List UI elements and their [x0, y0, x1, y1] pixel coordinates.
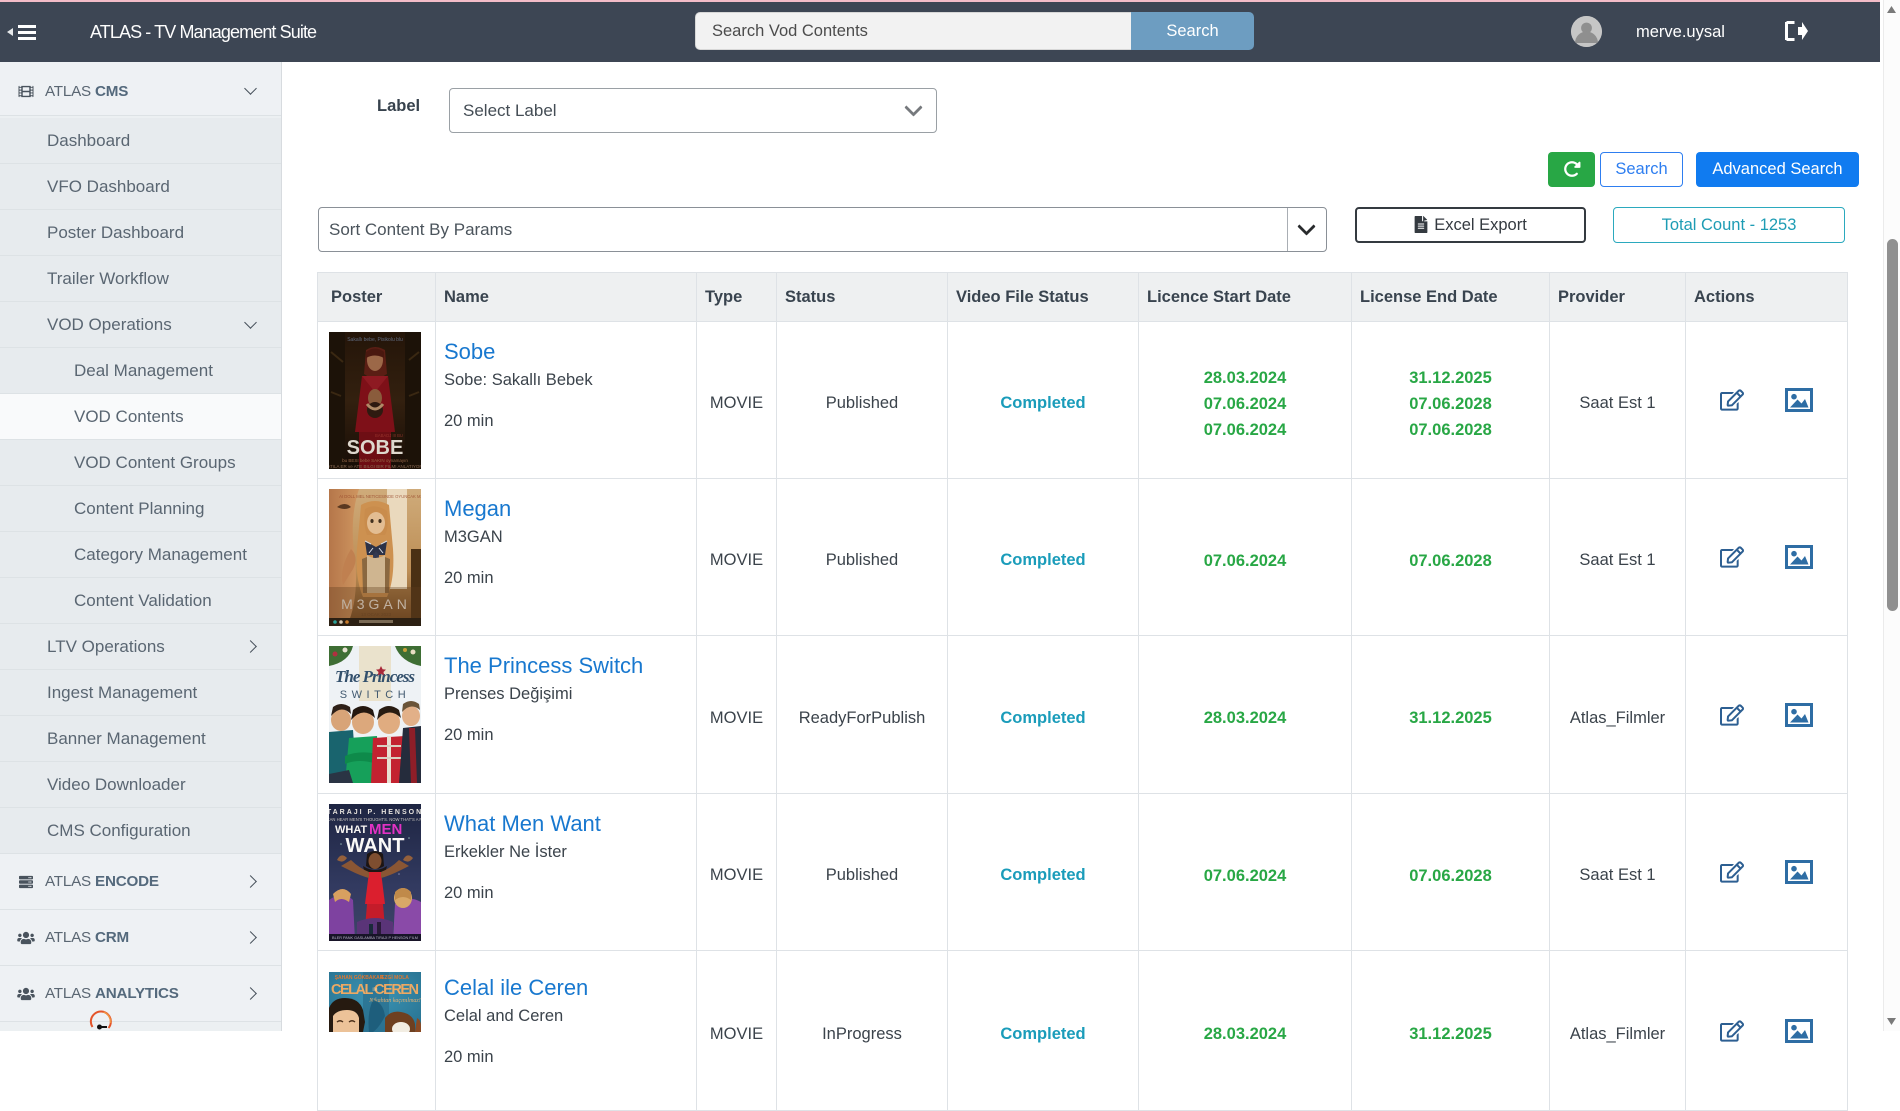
svg-text:SWITCH: SWITCH — [340, 689, 410, 701]
svg-text:AI DOLL MEL NETICESINDE OYUNCA: AI DOLL MEL NETICESINDE OYUNCAK M3 — [339, 494, 421, 499]
svg-text:ile: ile — [372, 987, 377, 993]
svg-text:ŞAHAN GÖKBAKAR: ŞAHAN GÖKBAKAR — [335, 974, 384, 981]
svg-text:Sakallı bebe, Pisikolu blu: Sakallı bebe, Pisikolu blu — [347, 337, 403, 343]
svg-text:SOBE: SOBE — [347, 437, 404, 459]
svg-text:BLER PANK GASLAMBA TIRAJI P HE: BLER PANK GASLAMBA TIRAJI P HENSON FILM — [332, 936, 418, 940]
svg-text:ATILA ER ve ATE BILGI BIR FILM: ATILA ER ve ATE BILGI BIR FILMI ANLATIYO… — [329, 464, 421, 469]
svg-text:The Princess: The Princess — [335, 667, 415, 686]
svg-text:bu BESI bebe SAKIN oynamayın: bu BESI bebe SAKIN oynamayın — [342, 458, 408, 463]
svg-text:EZGİ MOLA: EZGİ MOLA — [381, 974, 409, 981]
svg-text:TARAJI P. HENSON: TARAJI P. HENSON — [329, 809, 421, 816]
